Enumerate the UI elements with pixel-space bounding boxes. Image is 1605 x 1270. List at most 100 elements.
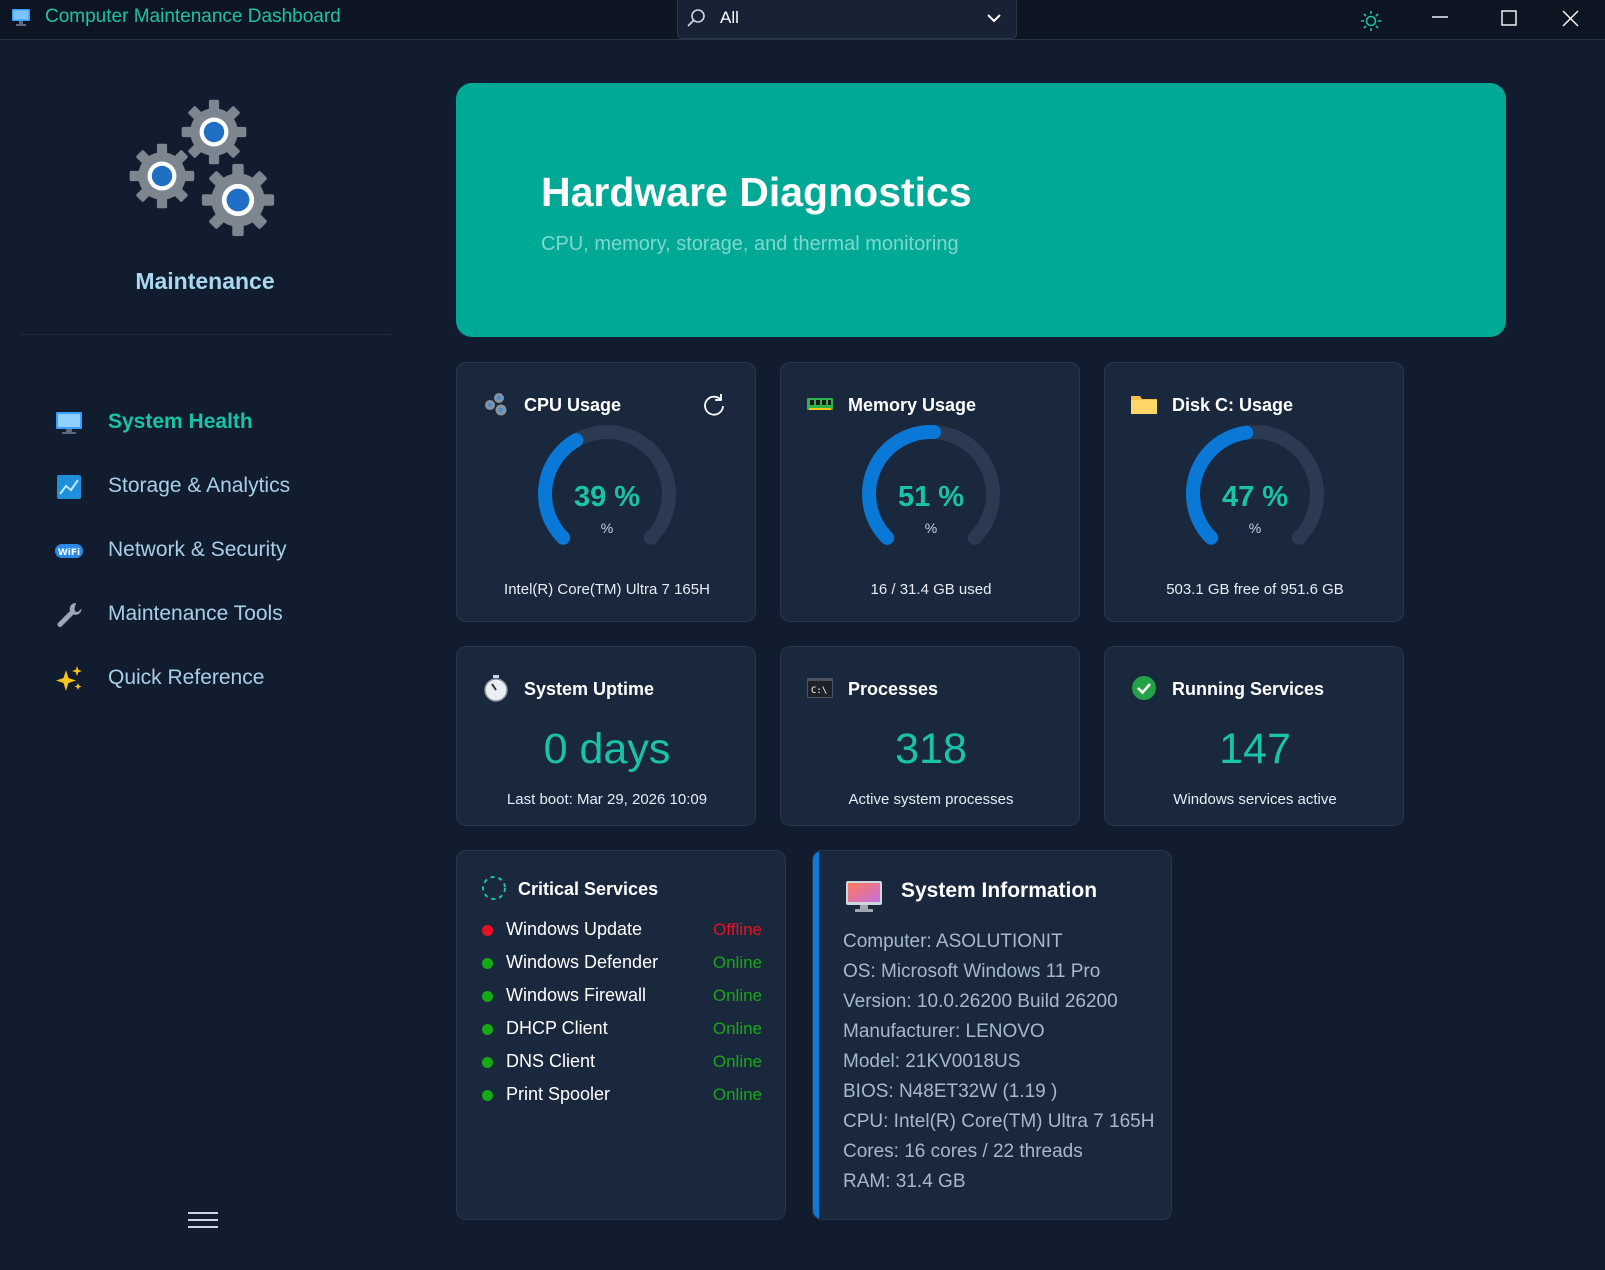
minimize-icon	[1432, 16, 1448, 18]
maximize-icon	[1501, 10, 1517, 26]
loading-circle-icon	[482, 876, 506, 900]
critical-services-card: Critical Services Windows Update Offline…	[456, 850, 786, 1220]
sidebar-item-label: Maintenance Tools	[108, 602, 283, 625]
sparkles-icon	[56, 666, 82, 691]
disk-free-text: 503.1 GB free of 951.6 GB	[1166, 581, 1344, 598]
service-row: Windows Update Offline	[482, 917, 762, 947]
service-name: DHCP Client	[506, 1018, 608, 1038]
maximize-button[interactable]	[1475, 0, 1543, 40]
stopwatch-icon	[484, 675, 508, 702]
sidebar: Maintenance System Health Storage & Anal…	[0, 40, 410, 1270]
sidebar-item-network-security[interactable]: WiFi Network & Security	[50, 526, 390, 576]
service-name: Windows Defender	[506, 952, 659, 972]
memory-used-text: 16 / 31.4 GB used	[870, 581, 992, 598]
card-title: Critical Services	[518, 879, 659, 899]
info-ram: RAM: 31.4 GB	[843, 1171, 966, 1192]
search-icon	[687, 9, 705, 27]
status-dot	[482, 991, 493, 1002]
chevron-down-icon	[987, 14, 1001, 23]
uptime-value: 0 days	[543, 725, 671, 773]
accent-bar	[813, 851, 819, 1219]
service-status: Online	[712, 986, 762, 1005]
menu-toggle-button[interactable]	[188, 1212, 218, 1232]
cpu-model: Intel(R) Core(TM) Ultra 7 165H	[504, 581, 710, 598]
monitor-icon	[56, 412, 82, 434]
info-cores: Cores: 16 cores / 22 threads	[843, 1141, 1083, 1162]
process-count: 318	[895, 725, 967, 773]
card-title: Processes	[848, 679, 939, 699]
card-title: Disk C: Usage	[1172, 395, 1294, 415]
brand-label: Maintenance	[135, 268, 275, 294]
process-caption: Active system processes	[848, 791, 1014, 808]
info-cpu: CPU: Intel(R) Core(TM) Ultra 7 165H	[843, 1111, 1155, 1132]
running-services-card: Running Services 147 Windows services ac…	[1104, 646, 1404, 826]
info-computer: Computer: ASOLUTIONIT	[843, 931, 1063, 952]
service-status: Offline	[713, 920, 762, 939]
services-count: 147	[1219, 725, 1291, 773]
hamburger-line	[188, 1212, 218, 1214]
refresh-icon[interactable]	[701, 393, 727, 419]
card-title: Memory Usage	[848, 395, 977, 415]
app-title: Computer Maintenance Dashboard	[45, 6, 341, 27]
title-bar: Computer Maintenance Dashboard All	[0, 0, 1605, 40]
service-row: Print Spooler Online	[482, 1082, 762, 1112]
status-dot	[482, 1024, 493, 1035]
minimize-button[interactable]	[1406, 0, 1474, 40]
svg-text:C:\: C:\	[811, 686, 827, 696]
wifi-icon: WiFi	[55, 544, 83, 558]
service-row: DHCP Client Online	[482, 1016, 762, 1046]
sidebar-item-quick-reference[interactable]: Quick Reference	[50, 654, 390, 704]
disk-usage-card: Disk C: Usage 47 % % 503.1 GB free of 95…	[1104, 362, 1404, 622]
page-header-banner: Hardware Diagnostics CPU, memory, storag…	[456, 83, 1506, 337]
info-manufacturer: Manufacturer: LENOVO	[843, 1021, 1045, 1042]
sidebar-item-label: Storage & Analytics	[108, 474, 291, 497]
sidebar-item-label: Quick Reference	[108, 666, 265, 689]
card-title: CPU Usage	[524, 395, 622, 415]
desktop-computer-icon	[846, 881, 882, 912]
info-model: Model: 21KV0018US	[843, 1051, 1021, 1072]
status-dot	[482, 1090, 493, 1101]
service-name: Windows Firewall	[506, 985, 647, 1005]
card-title: Running Services	[1172, 679, 1325, 699]
sidebar-item-system-health[interactable]: System Health	[50, 398, 390, 448]
processes-card: C:\ Processes 318 Active system processe…	[780, 646, 1080, 826]
check-circle-icon	[1132, 676, 1156, 700]
sidebar-item-storage-analytics[interactable]: Storage & Analytics	[50, 462, 390, 512]
service-status: Online	[712, 1085, 762, 1104]
page-title: Hardware Diagnostics	[541, 169, 972, 215]
sidebar-item-label: Network & Security	[108, 538, 287, 561]
last-boot-text: Last boot: Mar 29, 2026 10:09	[506, 791, 708, 808]
monitor-app-icon	[12, 9, 30, 26]
ram-icon	[807, 398, 833, 410]
status-dot	[482, 958, 493, 969]
status-dot	[482, 1057, 493, 1068]
service-status: Online	[712, 1052, 762, 1071]
search-value: All	[720, 8, 739, 27]
service-status: Online	[712, 953, 762, 972]
gauge-value: 47 %	[1221, 481, 1289, 513]
sidebar-divider	[20, 334, 390, 335]
close-icon	[1562, 10, 1579, 27]
gears-logo-icon	[129, 99, 275, 237]
command-prompt-icon: C:\	[807, 678, 833, 698]
sidebar-item-label: System Health	[108, 410, 253, 433]
gauge-unit: %	[924, 520, 938, 536]
close-button[interactable]	[1537, 0, 1605, 40]
status-dot	[482, 925, 493, 936]
search-filter-dropdown[interactable]: All	[677, 0, 1017, 39]
gauge-unit: %	[600, 520, 614, 536]
gauge-value: 51 %	[897, 481, 965, 513]
sidebar-item-maintenance-tools[interactable]: Maintenance Tools	[50, 590, 390, 640]
card-title: System Uptime	[524, 679, 655, 699]
service-status: Online	[712, 1019, 762, 1038]
page-subtitle: CPU, memory, storage, and thermal monito…	[541, 233, 959, 255]
chart-icon	[57, 475, 81, 499]
folder-icon	[1131, 396, 1157, 414]
theme-toggle-button[interactable]	[1336, 0, 1404, 40]
gauge-unit: %	[1248, 520, 1262, 536]
info-bios: BIOS: N48ET32W (1.19 )	[843, 1081, 1058, 1102]
cpu-usage-card: CPU Usage 39 % % Intel(R) Core(TM) Ultra…	[456, 362, 756, 622]
system-uptime-card: System Uptime 0 days Last boot: Mar 29, …	[456, 646, 756, 826]
service-row: Windows Defender Online	[482, 950, 762, 980]
service-name: Print Spooler	[506, 1084, 611, 1104]
